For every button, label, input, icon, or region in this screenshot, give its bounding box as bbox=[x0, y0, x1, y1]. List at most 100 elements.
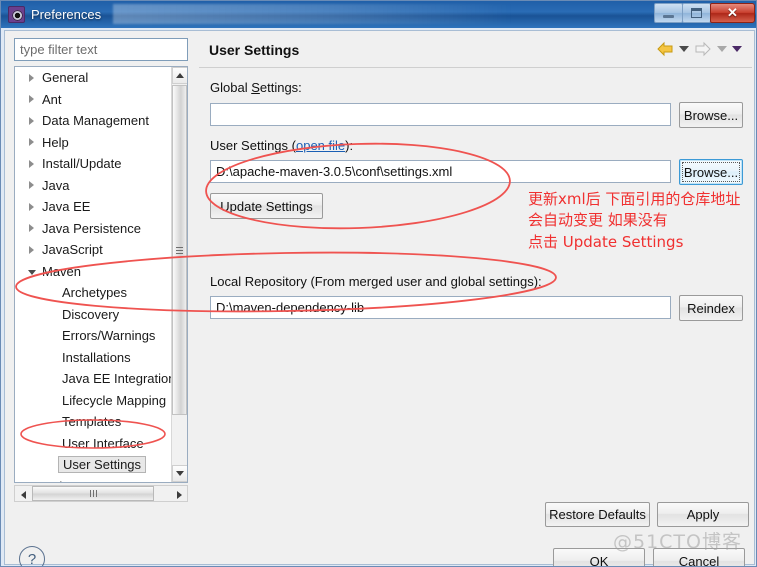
tree-item-user-interface[interactable]: User Interface bbox=[15, 433, 173, 455]
twisty-collapsed-icon bbox=[29, 181, 34, 190]
tree-item-discovery[interactable]: Discovery bbox=[15, 304, 173, 326]
minimize-icon bbox=[663, 14, 674, 18]
tree-item-archetypes[interactable]: Archetypes bbox=[15, 282, 173, 304]
tree-item-ant[interactable]: Ant bbox=[15, 89, 173, 111]
panel-header: User Settings bbox=[199, 34, 752, 68]
tree-item-label: JavaScript bbox=[42, 242, 103, 258]
forward-arrow-icon bbox=[695, 41, 711, 57]
watermark: @51CTO博客 bbox=[612, 531, 742, 553]
restore-button[interactable] bbox=[682, 3, 711, 23]
twisty-collapsed-icon bbox=[29, 116, 34, 125]
tree-twisty[interactable] bbox=[25, 159, 38, 168]
tree-vertical-scrollbar[interactable] bbox=[171, 67, 187, 482]
global-settings-browse-button[interactable]: Browse... bbox=[679, 102, 743, 128]
tree-item-user-settings[interactable]: User Settings bbox=[15, 454, 173, 476]
page-title: User Settings bbox=[209, 42, 300, 58]
open-file-link[interactable]: open file bbox=[296, 138, 345, 153]
scroll-up-button[interactable] bbox=[172, 67, 187, 84]
tree-item-label: Install/Update bbox=[42, 156, 122, 172]
view-menu-caret[interactable] bbox=[732, 46, 742, 52]
update-settings-button[interactable]: Update Settings bbox=[210, 193, 323, 219]
window-title: Preferences bbox=[31, 7, 102, 22]
tree-item-general[interactable]: General bbox=[15, 67, 173, 89]
tree-item-mylyn[interactable]: Mylyn bbox=[15, 476, 173, 483]
tree-item-help[interactable]: Help bbox=[15, 132, 173, 154]
tree-item-data-management[interactable]: Data Management bbox=[15, 110, 173, 132]
global-settings-input[interactable] bbox=[210, 103, 671, 126]
tree-item-lifecycle-mapping[interactable]: Lifecycle Mapping bbox=[15, 390, 173, 412]
tree-item-label: Java bbox=[42, 177, 70, 193]
tree-item-templates[interactable]: Templates bbox=[15, 411, 173, 433]
tree-twisty[interactable] bbox=[25, 95, 38, 104]
tree-twisty[interactable] bbox=[25, 224, 38, 233]
chevron-right-icon bbox=[176, 490, 182, 499]
tree-item-label: Installations bbox=[62, 349, 131, 365]
help-icon[interactable]: ? bbox=[19, 546, 45, 566]
tree-item-install-update[interactable]: Install/Update bbox=[15, 153, 173, 175]
back-dropdown-caret[interactable] bbox=[679, 46, 689, 52]
twisty-collapsed-icon bbox=[29, 224, 34, 233]
tree-item-label: Java EE bbox=[42, 199, 91, 215]
tree-item-maven[interactable]: Maven bbox=[15, 261, 173, 283]
tree-item-label: Maven bbox=[42, 263, 82, 279]
tree-twisty[interactable] bbox=[25, 268, 38, 275]
tree-item-java-ee-integration[interactable]: Java EE Integration bbox=[15, 368, 173, 390]
panel-nav-icons bbox=[656, 41, 742, 57]
tree-twisty[interactable] bbox=[25, 116, 38, 125]
tree-twisty[interactable] bbox=[25, 138, 38, 147]
preferences-tree[interactable]: General Ant Data Management Help Install/Upd… bbox=[14, 66, 188, 483]
local-repository-label: Local Repository (From merged user and g… bbox=[210, 274, 542, 289]
tree-item-label: Java EE Integration bbox=[62, 371, 173, 387]
twisty-collapsed-icon bbox=[29, 482, 34, 483]
local-repository-input[interactable] bbox=[210, 296, 671, 319]
tree-item-label: Ant bbox=[42, 91, 62, 107]
tree-twisty[interactable] bbox=[25, 482, 38, 483]
twisty-collapsed-icon bbox=[29, 138, 34, 147]
tree-twisty[interactable] bbox=[25, 245, 38, 254]
tree-twisty[interactable] bbox=[25, 202, 38, 211]
tree-item-label: Archetypes bbox=[62, 285, 128, 301]
twisty-collapsed-icon bbox=[29, 159, 34, 168]
filter-input[interactable] bbox=[14, 38, 188, 61]
reindex-button[interactable]: Reindex bbox=[679, 295, 743, 321]
tree-item-label: Discovery bbox=[62, 306, 120, 322]
tree-item-java-ee[interactable]: Java EE bbox=[15, 196, 173, 218]
chevron-up-icon bbox=[176, 73, 184, 78]
tree-item-java[interactable]: Java bbox=[15, 175, 173, 197]
restore-defaults-button[interactable]: Restore Defaults bbox=[545, 502, 650, 527]
back-arrow-icon[interactable] bbox=[656, 41, 674, 57]
tree-item-label: Templates bbox=[62, 414, 122, 430]
minimize-button[interactable] bbox=[654, 3, 683, 23]
annotation-text-line1: 更新xml后 下面引用的仓库地址 bbox=[528, 190, 741, 208]
tree-item-errors-warnings[interactable]: Errors/Warnings bbox=[15, 325, 173, 347]
tree-item-label: General bbox=[42, 70, 89, 86]
chevron-left-icon bbox=[20, 490, 26, 499]
tree-twisty[interactable] bbox=[25, 181, 38, 190]
user-settings-browse-button[interactable]: Browse... bbox=[679, 159, 743, 185]
close-button[interactable]: ✕ bbox=[710, 3, 755, 23]
scroll-down-button[interactable] bbox=[172, 465, 187, 482]
window-controls: ✕ bbox=[654, 2, 755, 24]
tree-item-java-persistence[interactable]: Java Persistence bbox=[15, 218, 173, 240]
user-settings-label-prefix: User Settings ( bbox=[210, 138, 296, 153]
tree-item-list: General Ant Data Management Help Install/Upd… bbox=[15, 67, 173, 483]
tree-item-label: Data Management bbox=[42, 113, 149, 129]
panel-content: Global Settings: Browse... User Settings… bbox=[199, 68, 752, 499]
twisty-collapsed-icon bbox=[29, 73, 34, 82]
navigation-panel: General Ant Data Management Help Install/Upd… bbox=[10, 36, 194, 508]
twisty-expanded-icon bbox=[27, 269, 36, 275]
tree-item-label: Help bbox=[42, 134, 69, 150]
twisty-collapsed-icon bbox=[29, 202, 34, 211]
tree-item-label: User Settings bbox=[58, 456, 147, 474]
apply-button[interactable]: Apply bbox=[657, 502, 749, 527]
forward-dropdown-caret bbox=[717, 46, 727, 52]
tree-twisty[interactable] bbox=[25, 73, 38, 82]
tree-item-javascript[interactable]: JavaScript bbox=[15, 239, 173, 261]
grip-icon bbox=[176, 246, 183, 254]
annotation-text-line2: 会自动变更 如果没有 bbox=[528, 211, 668, 229]
tree-item-installations[interactable]: Installations bbox=[15, 347, 173, 369]
tree-item-label: Lifecycle Mapping bbox=[62, 392, 167, 408]
vertical-scroll-thumb[interactable] bbox=[172, 85, 187, 415]
user-settings-input[interactable] bbox=[210, 160, 671, 183]
global-settings-label: Global Settings: bbox=[210, 80, 302, 95]
